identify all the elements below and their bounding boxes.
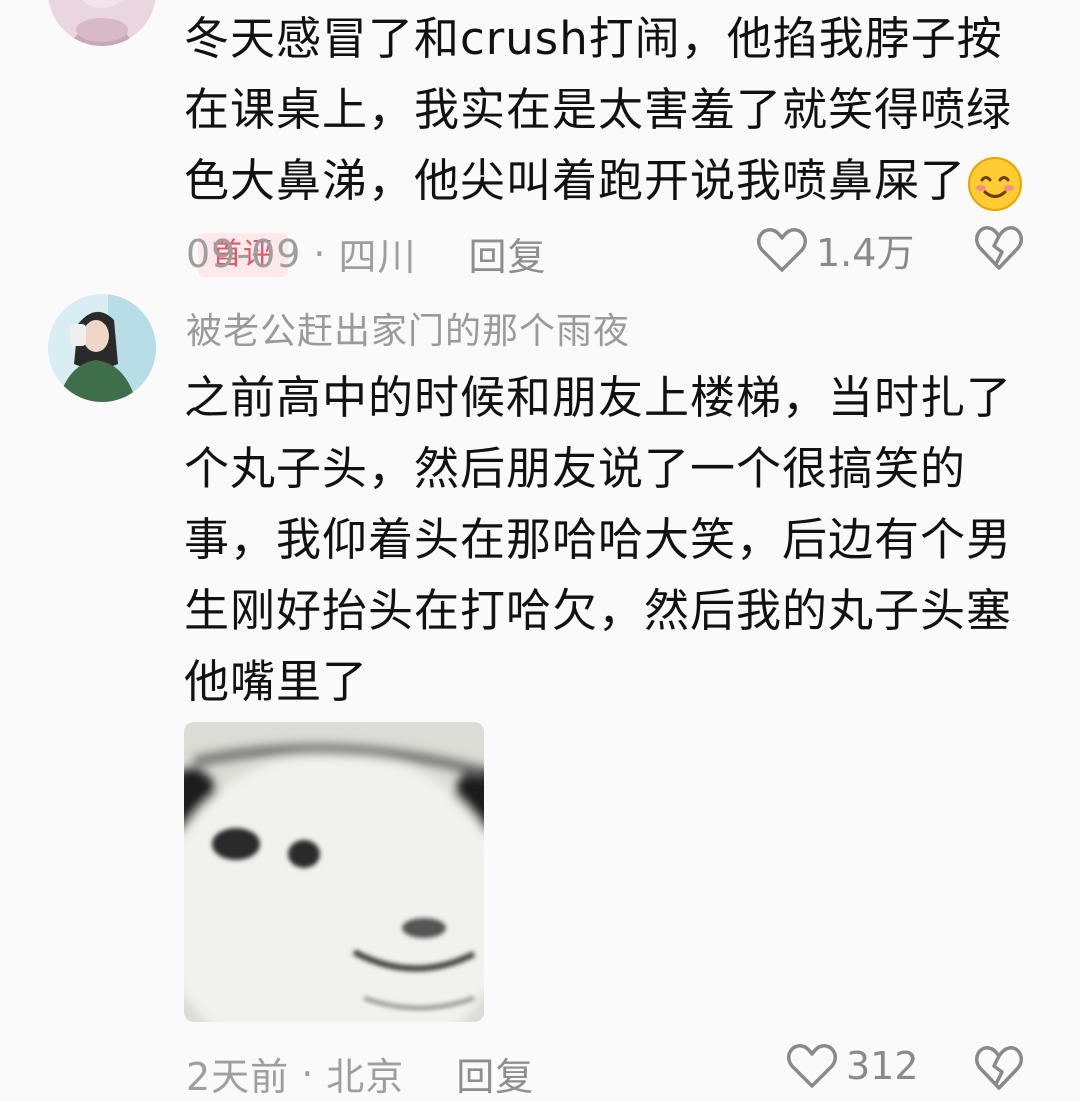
comment-date: 2天前 [186,1055,290,1099]
meta-separator: · [313,231,327,276]
broken-heart-icon [975,226,1023,270]
comment-body: 冬天感冒了和crush打闹，他掐我脖子按在课桌上，我实在是太害羞了就笑得喷绿色大… [184,12,1013,207]
avatar-image [48,0,156,46]
avatar-image [48,294,156,402]
heart-icon [757,227,807,272]
avatar[interactable] [48,0,156,46]
comment-body: 之前高中的时候和朋友上楼梯，当时扎了个丸子头，然后朋友说了一个很搞笑的事，我仰着… [184,371,1013,708]
comment-location: 四川 [338,235,417,279]
meta-separator: · [301,1051,315,1096]
dislike-button[interactable] [974,1044,1024,1092]
reply-button[interactable]: 回复 [456,1046,534,1101]
comment-meta: 2天前 · 北京 回复 [186,1046,534,1101]
panda-meme-sticker[interactable] [184,722,484,1022]
smile-blush-emoji-icon [966,155,1024,213]
like-button[interactable]: 312 [786,1042,919,1090]
comment-location: 北京 [326,1055,405,1099]
comment-meta: 09-09 · 四川 回复 [186,226,547,281]
comment-item: 被老公赶出家门的那个雨夜 之前高中的时候和朋友上楼梯，当时扎了个丸子头，然后朋友… [0,290,1080,1099]
panda-face-image [184,722,484,1022]
broken-heart-icon [975,1046,1023,1090]
heart-icon [787,1044,837,1088]
avatar[interactable] [48,294,156,402]
like-count: 312 [846,1044,919,1088]
comment-username[interactable]: 被老公赶出家门的那个雨夜 [186,302,630,354]
dislike-button[interactable] [974,224,1024,272]
like-button[interactable]: 1.4万 [756,222,914,277]
comment-item: 冬天感冒了和crush打闹，他掐我脖子按在课桌上，我实在是太害羞了就笑得喷绿色大… [0,0,1080,290]
reply-button[interactable]: 回复 [469,226,547,281]
comment-date: 09-09 [186,231,302,276]
like-count: 1.4万 [816,231,915,275]
